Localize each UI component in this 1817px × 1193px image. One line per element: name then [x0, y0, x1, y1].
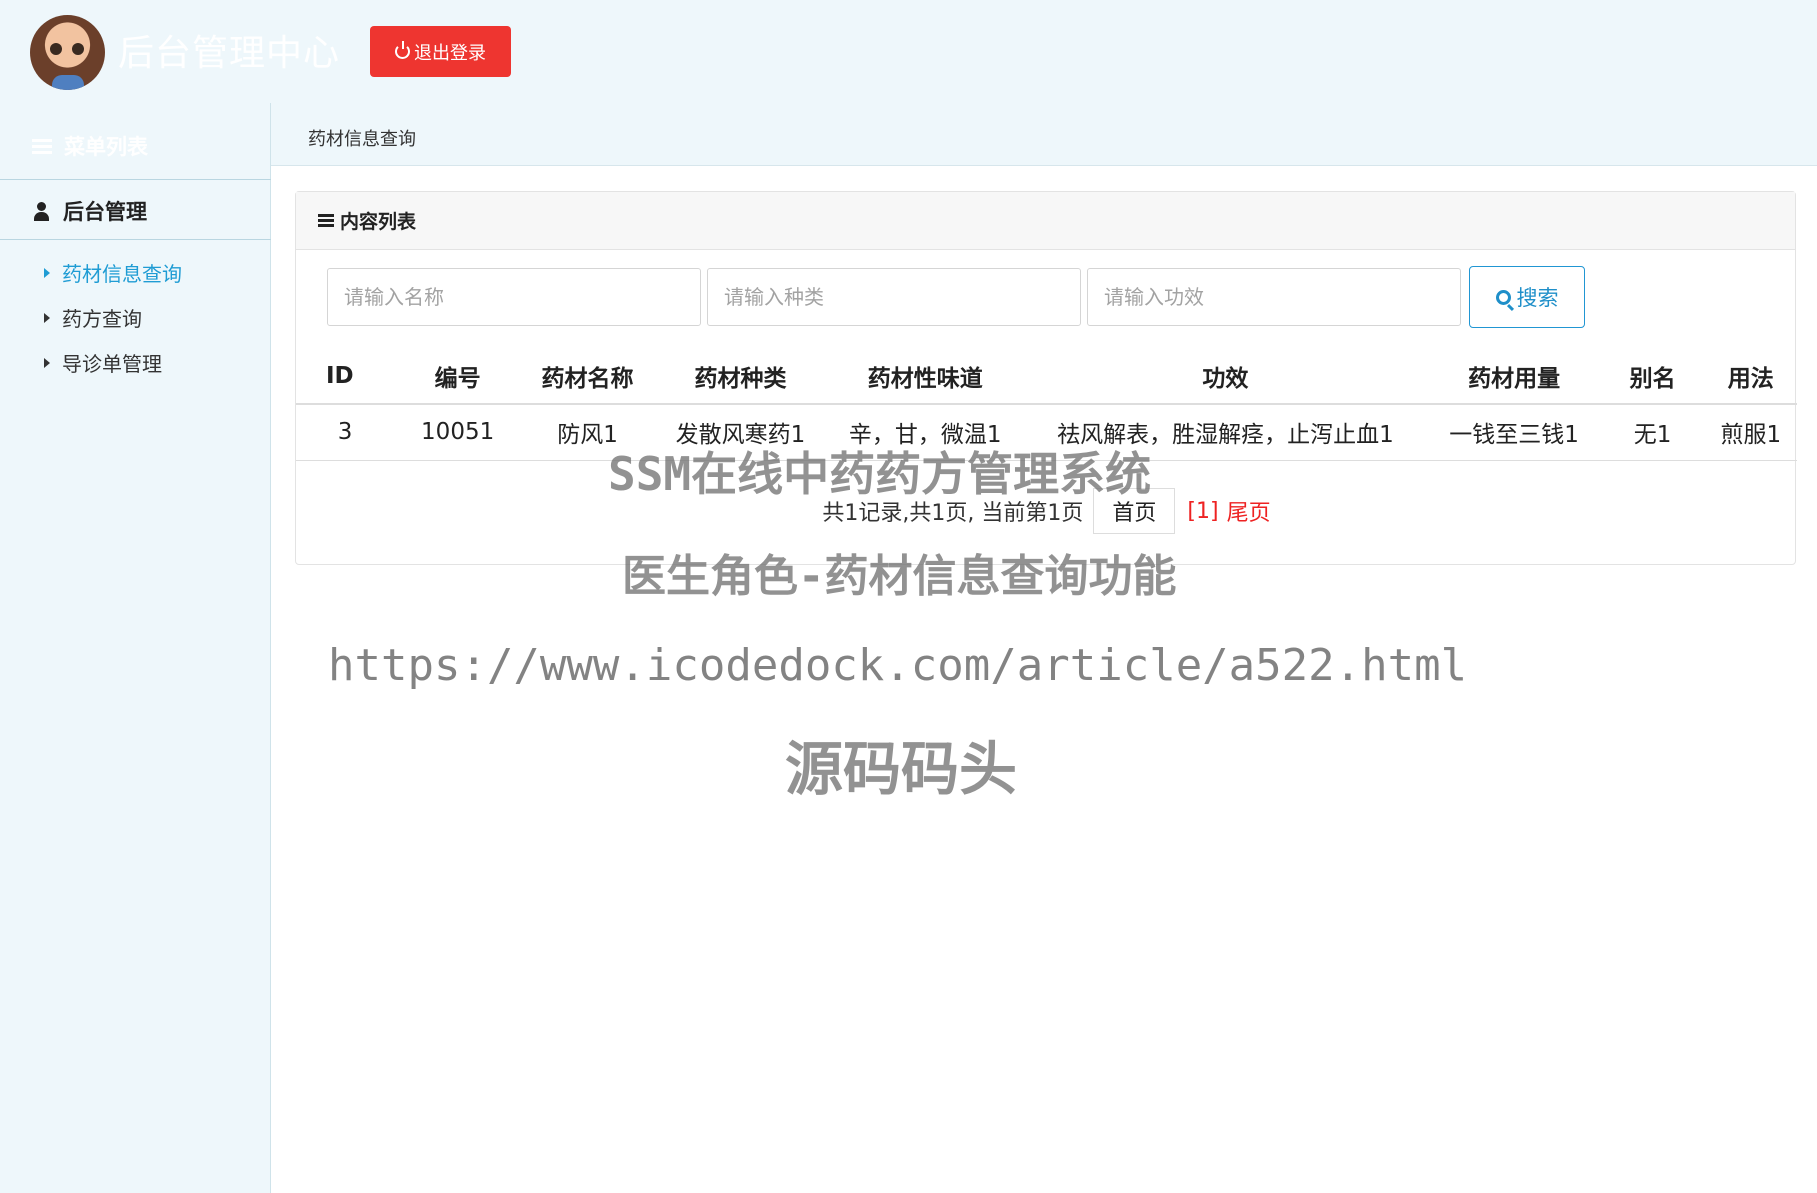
- column-header-dosage: 药材用量: [1427, 348, 1601, 405]
- last-page-link[interactable]: 尾页: [1227, 495, 1271, 527]
- name-search-input[interactable]: [327, 268, 701, 326]
- cell-usage: 煎服1: [1704, 404, 1797, 461]
- content-panel: 内容列表 搜索 ID 编号 药材名称 药材种类 药材性味道 功效: [295, 191, 1797, 565]
- logout-button[interactable]: 退出登录: [370, 26, 511, 77]
- panel-heading: 内容列表: [296, 192, 1795, 250]
- panel-title: 内容列表: [340, 211, 417, 233]
- site-title: 后台管理中心: [118, 33, 341, 74]
- sidebar-item-herb-query[interactable]: 药材信息查询: [44, 258, 182, 287]
- current-page-link[interactable]: [1]: [1187, 499, 1218, 524]
- search-icon: [1495, 289, 1511, 305]
- table-header-row: ID 编号 药材名称 药材种类 药材性味道 功效 药材用量 别名 用法: [296, 348, 1797, 405]
- cell-alias: 无1: [1600, 404, 1705, 461]
- sidebar-item-label: 药材信息查询: [62, 262, 182, 286]
- sidebar-group-label: 后台管理: [63, 200, 147, 224]
- sidebar-item-label: 药方查询: [62, 307, 142, 331]
- watermark-brand: 源码码头: [785, 735, 1018, 803]
- user-icon: [34, 201, 49, 221]
- cell-code: 10051: [394, 404, 522, 461]
- cell-id: 3: [296, 404, 395, 461]
- sidebar-divider: [0, 179, 271, 180]
- watermark-system-name: SSM在线中药药方管理系统: [608, 447, 1152, 501]
- effect-search-input[interactable]: [1087, 268, 1461, 326]
- column-header-id: ID: [296, 348, 395, 405]
- column-header-code: 编号: [394, 348, 522, 405]
- menu-list-title: 菜单列表: [32, 131, 148, 161]
- bars-icon: [32, 138, 52, 154]
- sidebar-item-guide-management[interactable]: 导诊单管理: [44, 348, 162, 377]
- type-search-input[interactable]: [707, 268, 1081, 326]
- power-icon: [395, 41, 410, 59]
- menu-list-label: 菜单列表: [64, 135, 148, 159]
- watermark-url: https://www.icodedock.com/article/a522.h…: [328, 640, 1468, 691]
- sidebar-item-prescription-query[interactable]: 药方查询: [44, 303, 142, 332]
- group-divider: [0, 239, 271, 240]
- sidebar: 菜单列表 后台管理 药材信息查询 药方查询 导诊单管理: [0, 103, 271, 1193]
- column-header-type: 药材种类: [653, 348, 828, 405]
- logout-label: 退出登录: [414, 42, 486, 64]
- column-header-alias: 别名: [1600, 348, 1705, 405]
- search-button[interactable]: 搜索: [1469, 266, 1585, 328]
- header: 后台管理中心 退出登录: [0, 0, 1817, 103]
- caret-right-icon: [44, 267, 50, 278]
- cell-dosage: 一钱至三钱1: [1427, 404, 1601, 461]
- breadcrumb: 药材信息查询: [308, 129, 416, 150]
- caret-right-icon: [44, 312, 50, 323]
- watermark-feature-name: 医生角色-药材信息查询功能: [622, 551, 1177, 602]
- sidebar-item-label: 导诊单管理: [62, 352, 162, 376]
- column-header-taste: 药材性味道: [827, 348, 1024, 405]
- search-button-label: 搜索: [1516, 286, 1559, 310]
- list-icon: [318, 213, 334, 228]
- caret-right-icon: [44, 357, 50, 368]
- column-header-name: 药材名称: [521, 348, 654, 405]
- column-header-effect: 功效: [1023, 348, 1428, 405]
- column-header-usage: 用法: [1704, 348, 1797, 405]
- avatar: [30, 15, 105, 90]
- sidebar-group-admin[interactable]: 后台管理: [34, 196, 147, 226]
